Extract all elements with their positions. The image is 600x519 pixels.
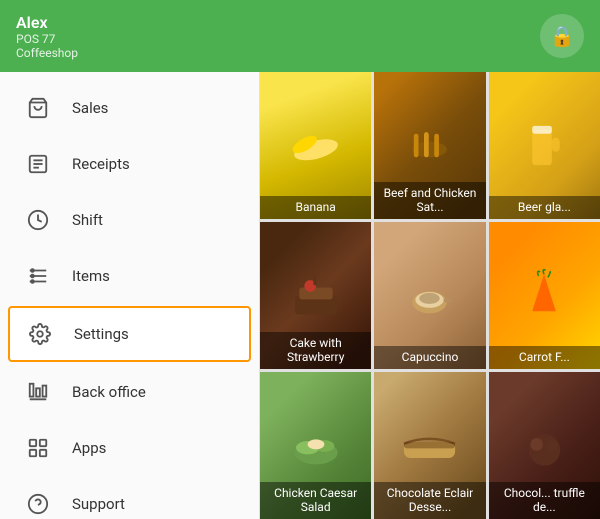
items-icon [24,262,52,290]
grid-item-banana[interactable]: Banana [260,72,371,219]
sidebar-item-items[interactable]: Items [0,248,259,304]
carrot-label: Carrot F... [489,346,600,369]
sidebar-item-apps[interactable]: Apps [0,420,259,476]
lock-icon: 🔒 [550,24,575,49]
grid-item-carrot[interactable]: Carrot F... [489,222,600,369]
sidebar: Sales Receipts Shift Items [0,72,260,519]
username: Alex [16,13,78,32]
items-label: Items [72,267,110,285]
grid-item-eclair[interactable]: Chocolate Eclair Desse... [374,372,485,519]
beef-chicken-label: Beef and Chicken Sat... [374,182,485,219]
sidebar-item-receipts[interactable]: Receipts [0,136,259,192]
food-grid: Banana Beef and Chicken Sat... Beer gla.… [260,72,600,519]
sidebar-item-support[interactable]: Support [0,476,259,519]
sidebar-item-settings[interactable]: Settings [8,306,251,362]
back-office-icon [24,378,52,406]
pos-id: POS 77 [16,32,78,46]
cappuccino-label: Capuccino [374,346,485,369]
shift-icon [24,206,52,234]
sidebar-item-back-office[interactable]: Back office [0,364,259,420]
receipts-icon [24,150,52,178]
grid-item-chicken-salad[interactable]: Chicken Caesar Salad [260,372,371,519]
settings-icon [26,320,54,348]
settings-label: Settings [74,325,129,343]
grid-item-beef-chicken[interactable]: Beef and Chicken Sat... [374,72,485,219]
apps-label: Apps [72,439,106,457]
banana-label: Banana [260,196,371,219]
eclair-label: Chocolate Eclair Desse... [374,482,485,519]
shift-label: Shift [72,211,103,229]
chicken-salad-label: Chicken Caesar Salad [260,482,371,519]
sidebar-item-sales[interactable]: Sales [0,80,259,136]
truffle-label: Chocol... truffle de... [489,482,600,519]
beer-label: Beer gla... [489,196,600,219]
grid-item-truffle[interactable]: Chocol... truffle de... [489,372,600,519]
user-info: Alex POS 77 Coffeeshop [16,13,78,60]
app-header: Alex POS 77 Coffeeshop 🔒 [0,0,600,72]
sales-label: Sales [72,99,108,117]
main-layout: Sales Receipts Shift Items [0,72,600,519]
apps-icon [24,434,52,462]
shop-name: Coffeeshop [16,46,78,60]
grid-item-cappuccino[interactable]: Capuccino [374,222,485,369]
support-icon [24,490,52,518]
receipts-label: Receipts [72,155,130,173]
support-label: Support [72,495,125,513]
cake-label: Cake with Strawberry [260,332,371,369]
grid-item-beer[interactable]: Beer gla... [489,72,600,219]
back-office-label: Back office [72,383,146,401]
sidebar-item-shift[interactable]: Shift [0,192,259,248]
grid-item-cake[interactable]: Cake with Strawberry [260,222,371,369]
sales-icon [24,94,52,122]
lock-button[interactable]: 🔒 [540,14,584,58]
